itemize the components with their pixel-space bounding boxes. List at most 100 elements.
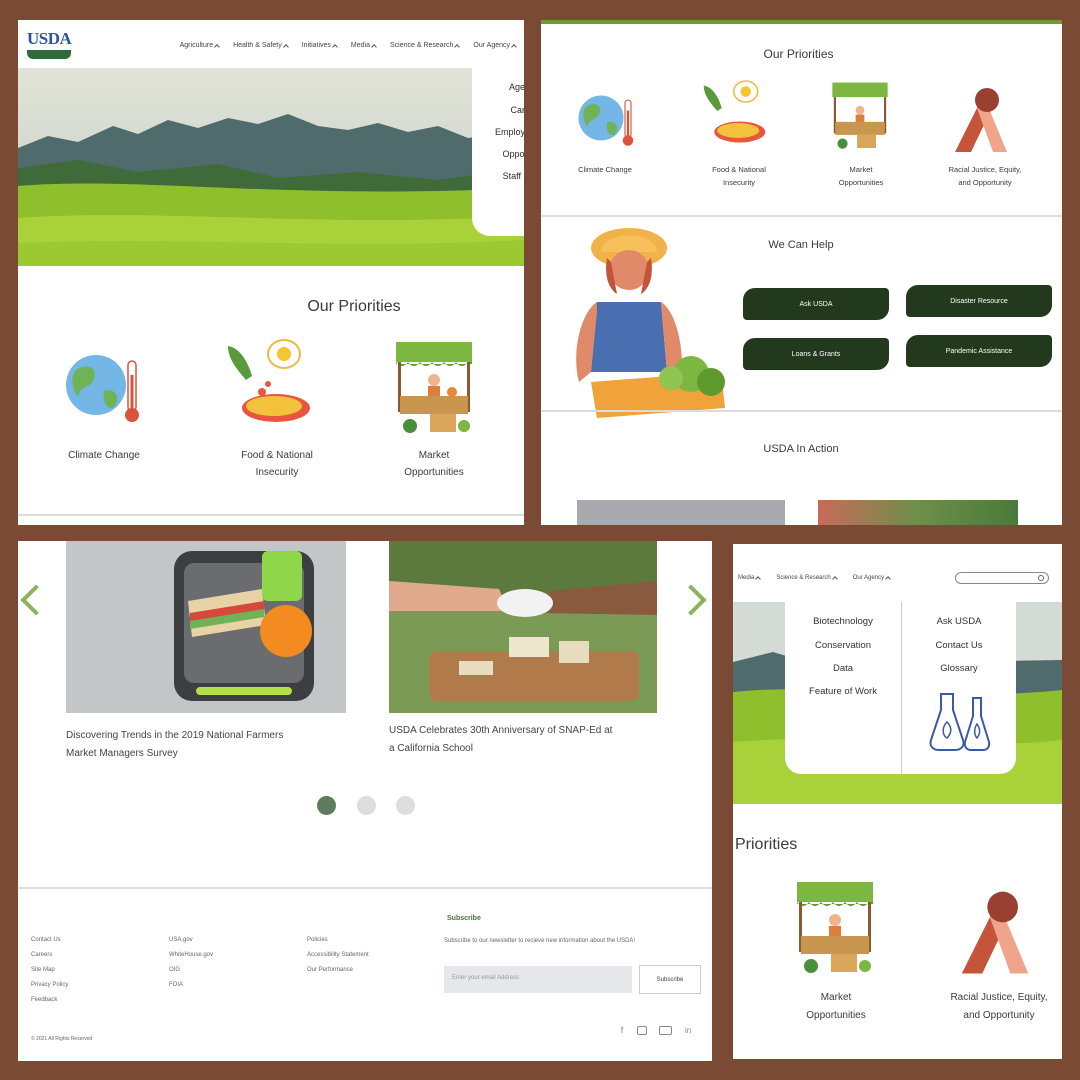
nav-media[interactable]: Media [351,42,377,50]
section-divider [541,410,1062,412]
subscribe-button[interactable]: Subscribe [639,965,701,994]
priority-label-line1: Food & National [712,165,766,174]
nav-agriculture[interactable]: Agriculture [180,42,220,50]
nav-label: Science & Research [390,42,454,49]
nav-science-research[interactable]: Science & Research [390,42,461,50]
carousel-prev-arrow-icon[interactable] [20,584,52,616]
priority-label-food[interactable]: Food & National Insecurity [694,163,784,189]
priority-label-line1: Climate Change [578,165,632,174]
priority-label-line1: Racial Justice, Equity, [950,992,1048,1003]
footer-link[interactable]: FOIA [169,978,213,993]
dropdown-item[interactable]: Staff D [503,171,524,181]
panel-mega-menu: Media Science & Research Our Agency Biot… [733,544,1062,1059]
twitter-icon[interactable] [637,1026,647,1035]
usda-logo[interactable]: USDA [27,29,72,59]
mega-link-glossary[interactable]: Glossary [907,663,1011,674]
nav-label: Health & Safety [233,42,282,49]
priority-label-racial-justice[interactable]: Racial Justice, Equity, and Opportunity [939,989,1059,1025]
mega-menu-divider [901,602,902,774]
pandemic-assistance-button[interactable]: Pandemic Assistance [906,335,1052,367]
mega-link-biotechnology[interactable]: Biotechnology [791,616,895,627]
facebook-icon[interactable]: f [617,1026,627,1035]
market-stall-icon [396,342,472,433]
card-caption[interactable]: USDA Celebrates 30th Anniversary of SNAP… [389,722,679,758]
card-thumbnail[interactable] [818,500,1018,525]
food-icon [228,339,310,422]
priority-label-line2: Opportunities [806,1010,866,1021]
disaster-resource-button[interactable]: Disaster Resource [906,285,1052,317]
nav-our-agency[interactable]: Our Agency [853,575,891,582]
priority-label-climate[interactable]: Climate Change [563,163,647,176]
ask-usda-button[interactable]: Ask USDA [743,288,889,320]
priority-label-market[interactable]: Market Opportunities [384,447,484,481]
card-image-lunchbox[interactable] [66,541,346,713]
nav-label: Media [738,575,755,581]
priority-label-line2: Opportunities [838,178,884,187]
nav-media[interactable]: Media [738,575,762,582]
footer-link[interactable]: Privacy Policy [31,978,68,993]
site-header: USDA Agriculture Health & Safety Initiat… [18,20,524,68]
our-agency-dropdown: Agen Care Employe Opport Staff D [472,68,524,236]
subscribe-heading: Subscribe [447,915,481,922]
footer-link[interactable]: Accessibility Statement [307,948,369,963]
priority-label-climate: Climate Change [54,447,154,464]
footer-link[interactable]: OIG [169,963,213,978]
nav-science-research[interactable]: Science & Research [776,575,838,582]
card-image-snap-ed[interactable] [389,541,657,713]
nav-label: Our Agency [473,42,510,49]
carousel-dot[interactable] [357,796,376,815]
dropdown-item[interactable]: Care [510,105,524,115]
usda-in-action-title: USDA In Action [763,443,839,455]
mega-link-data[interactable]: Data [791,663,895,674]
linkedin-icon[interactable]: in [685,1026,695,1035]
dropdown-item[interactable]: Employe [495,127,524,137]
chevron-up-icon [885,576,891,582]
priority-label-line2: and Opportunity [963,1010,1035,1021]
loans-grants-button[interactable]: Loans & Grants [743,338,889,370]
footer-link[interactable]: USA.gov [169,933,213,948]
nav-our-agency[interactable]: Our Agency [473,42,517,50]
section-divider [18,514,524,516]
footer-link[interactable]: WhiteHouse.gov [169,948,213,963]
priority-label-market[interactable]: Market Opportunities [816,163,906,189]
mega-link-feature-of-work[interactable]: Feature of Work [791,686,895,697]
mega-link-conservation[interactable]: Conservation [791,640,895,651]
search-input[interactable] [955,572,1049,584]
youtube-icon[interactable] [659,1026,672,1035]
footer-link[interactable]: Careers [31,948,68,963]
card-thumbnail[interactable] [577,500,785,525]
carousel-dot[interactable] [396,796,415,815]
mega-link-ask-usda[interactable]: Ask USDA [907,616,1011,627]
nav-health-safety[interactable]: Health & Safety [233,42,289,50]
footer-link[interactable]: Contact Us [31,933,68,948]
priority-label-line1: Racial Justice, Equity, [948,165,1022,174]
section-divider [541,215,1062,217]
nav-initiatives[interactable]: Initiatives [302,42,338,50]
clasped-hands-icon [955,88,1007,152]
priority-label-racial-justice[interactable]: Racial Justice, Equity, and Opportunity [930,163,1040,189]
logo-text: USDA [27,29,72,48]
footer-link[interactable]: Policies [307,933,369,948]
mega-link-contact-us[interactable]: Contact Us [907,640,1011,651]
carousel-next-arrow-icon[interactable] [675,584,707,616]
dropdown-item[interactable]: Agen [509,82,524,92]
carousel-dot-active[interactable] [317,796,336,815]
copyright: © 2021 All Rights Reserved [31,1036,93,1042]
market-stall-icon [832,82,888,149]
priority-label-market[interactable]: Market Opportunities [781,989,891,1025]
chevron-up-icon [511,43,517,50]
dropdown-item[interactable]: Opport [502,149,524,159]
footer-link[interactable]: Our Performance [307,963,369,978]
globe-thermometer-icon [578,95,634,146]
footer-link[interactable]: Site Map [31,963,68,978]
footer-col1: Contact Us Careers Site Map Privacy Poli… [31,933,68,1008]
priority-label-food[interactable]: Food & National Insecurity [217,447,337,481]
card-caption[interactable]: Discovering Trends in the 2019 National … [66,727,356,763]
priority-label-line2: Opportunities [404,467,464,478]
footer-link[interactable]: Feedback [31,993,68,1008]
priority-label-line2: Insecurity [255,467,299,478]
email-input[interactable]: Enter your email Address [444,966,632,993]
farmer-woman-illustration [576,228,725,418]
lunchbox-photo [66,541,346,713]
subscribe-text: Subscribe to our newsletter to recieve n… [444,938,636,944]
